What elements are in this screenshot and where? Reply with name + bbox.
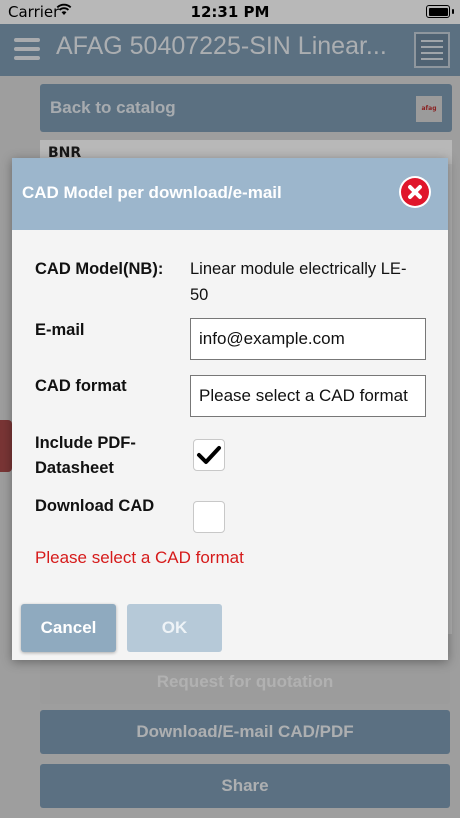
cad-format-select[interactable]: Please select a CAD format xyxy=(190,375,426,417)
email-label: E-mail xyxy=(35,321,85,339)
dialog-body: CAD Model(NB): Linear module electricall… xyxy=(12,230,448,660)
cad-download-dialog: CAD Model per download/e-mail CAD Model(… xyxy=(12,158,448,660)
cad-model-value: Linear module electrically LE-50 xyxy=(190,260,407,304)
cad-format-label: CAD format xyxy=(35,377,127,395)
error-message: Please select a CAD format xyxy=(35,548,244,567)
include-pdf-label: Include PDF-Datasheet xyxy=(35,434,136,477)
ok-button[interactable]: OK xyxy=(127,604,222,652)
download-cad-label: Download CAD xyxy=(35,497,155,515)
download-cad-checkbox[interactable] xyxy=(193,501,225,533)
include-pdf-checkbox[interactable] xyxy=(193,439,225,471)
email-field[interactable]: info@example.com xyxy=(190,318,426,360)
cad-model-label: CAD Model(NB): xyxy=(35,260,164,278)
close-icon[interactable] xyxy=(399,176,431,208)
checkmark-icon xyxy=(197,446,221,464)
dialog-title: CAD Model per download/e-mail xyxy=(22,183,282,202)
dialog-header: CAD Model per download/e-mail xyxy=(12,158,448,230)
cancel-button[interactable]: Cancel xyxy=(21,604,116,652)
